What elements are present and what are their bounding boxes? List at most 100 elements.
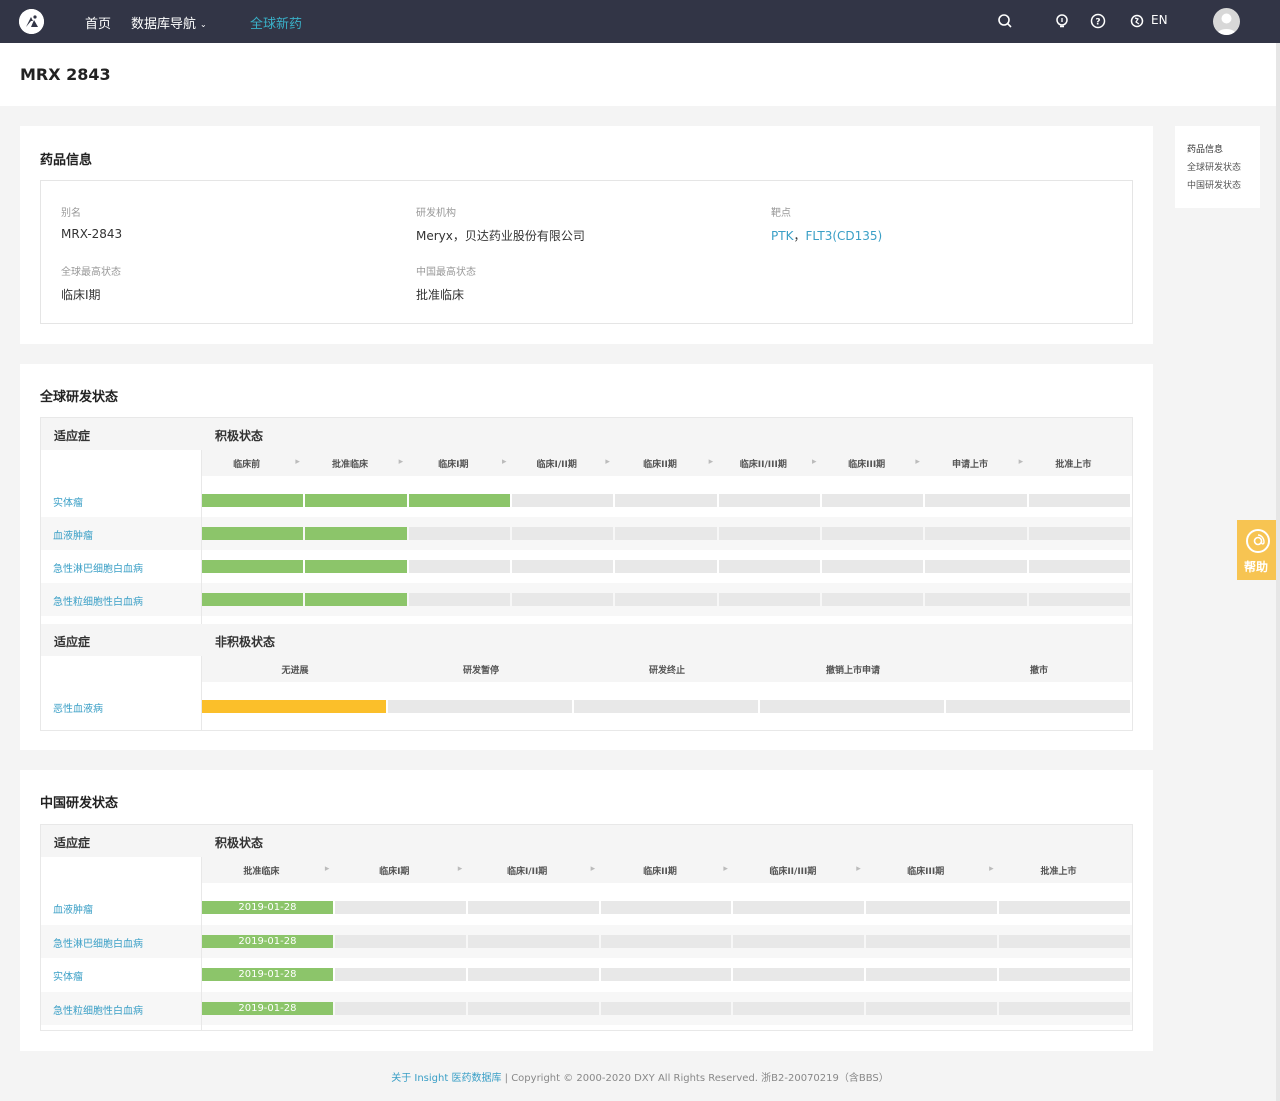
- active-status-header: 积极状态: [215, 429, 264, 443]
- target-link-flt3[interactable]: FLT3(CD135): [805, 229, 882, 243]
- phase-bar-completed: [202, 494, 304, 507]
- phase-bar-pending: [467, 968, 599, 981]
- phase-bar-completed: [305, 527, 407, 540]
- phase-bar-pending: [999, 1001, 1130, 1015]
- phase-label: 临床III期: [907, 867, 945, 877]
- search-icon[interactable]: [996, 12, 1014, 30]
- side-nav-china-status[interactable]: 中国研发状态: [1187, 178, 1241, 191]
- phase-bar-pending: [822, 593, 924, 606]
- indication-link[interactable]: 急性淋巴细胞白血病: [53, 935, 143, 950]
- lightbulb-icon[interactable]: [1053, 12, 1071, 30]
- phase-bar-pending: [600, 934, 732, 948]
- indication-link[interactable]: 血液肿瘤: [53, 901, 93, 916]
- phase-bar-pending: [334, 1001, 466, 1015]
- phase-bar-completed: [305, 593, 407, 606]
- china-active-header: 适应症 积极状态: [41, 825, 1132, 857]
- help-circle-icon[interactable]: ?: [1089, 12, 1107, 30]
- phase-bar-pending: [512, 560, 614, 573]
- phase-bar-pending: [512, 527, 614, 540]
- phase-bar-pending: [999, 968, 1130, 981]
- phase-bar-pending: [925, 494, 1027, 507]
- language-switch[interactable]: EN: [1151, 13, 1168, 27]
- indication-link[interactable]: 实体瘤: [53, 494, 83, 509]
- phase-bar-pending: [615, 527, 717, 540]
- indication-link[interactable]: 急性粒细胞性白血病: [53, 593, 143, 608]
- phase-label: 研发暂停: [462, 666, 499, 676]
- footer: 关于 Insight 医药数据库 | Copyright © 2000-2020…: [0, 1069, 1280, 1084]
- phase-label: 临床I期: [379, 867, 410, 877]
- phase-label: 批准上市: [1055, 460, 1092, 470]
- target-link-ptk[interactable]: PTK: [771, 229, 793, 243]
- phase-bar-completed: [408, 494, 510, 507]
- phase-date: 2019-01-28: [238, 902, 297, 913]
- china-status-table: 适应症 积极状态 批准临床 ▸ 临床I期 ▸ 临床I/II期 ▸ 临床II期 ▸ 临床II/II…: [40, 824, 1133, 1031]
- phase-label: 临床前: [233, 460, 261, 470]
- inactive-phase-header-row: 无进展 研发暂停 研发终止 撤销上市申请 撤市: [202, 656, 1132, 682]
- phase-bar-pending: [334, 968, 466, 981]
- phase-bar-pending: [925, 593, 1027, 606]
- phase-bar-pending: [1028, 494, 1130, 507]
- indication-link[interactable]: 急性粒细胞性白血病: [53, 1002, 143, 1017]
- footer-about-link[interactable]: 关于 Insight 医药数据库: [391, 1073, 501, 1084]
- side-nav-drug-info[interactable]: 药品信息: [1187, 142, 1223, 155]
- phase-bar-pending: [925, 560, 1027, 573]
- phase-bar-pending: [822, 527, 924, 540]
- phase-date: 2019-01-28: [238, 1002, 297, 1014]
- phase-bar-completed: [202, 527, 304, 540]
- page-scrollbar[interactable]: [1276, 43, 1280, 1101]
- phase-bar-pending: [512, 494, 614, 507]
- chevron-right-icon: ▸: [605, 457, 610, 467]
- phase-bar-pending: [467, 1001, 599, 1015]
- column-divider: [201, 857, 202, 1030]
- alias-value: MRX-2843: [61, 227, 123, 241]
- language-icon[interactable]: [1130, 12, 1146, 30]
- nav-home[interactable]: 首页: [85, 13, 111, 32]
- nav-global-drugs[interactable]: 全球新药: [250, 13, 302, 32]
- footer-separator: |: [501, 1073, 512, 1084]
- phase-bar-pending: [600, 1001, 732, 1015]
- indication-link[interactable]: 实体瘤: [53, 968, 83, 983]
- phase-bar-pending: [615, 593, 717, 606]
- chevron-down-icon: ⌄: [200, 20, 207, 29]
- phase-bar-pending: [866, 1001, 998, 1015]
- indication-header: 适应症: [54, 836, 91, 850]
- side-nav-global-status[interactable]: 全球研发状态: [1187, 160, 1241, 173]
- phase-date: 2019-01-28: [238, 935, 297, 947]
- phase-label: 临床I期: [438, 460, 469, 470]
- indication-link[interactable]: 血液肿瘤: [53, 527, 93, 542]
- chevron-right-icon: ▸: [989, 864, 994, 874]
- help-button[interactable]: 帮助: [1237, 520, 1280, 580]
- nav-database-dropdown[interactable]: 数据库导航 ⌄: [131, 13, 207, 32]
- phase-bar-completed: [305, 560, 407, 573]
- indication-link[interactable]: 急性淋巴细胞白血病: [53, 560, 143, 575]
- phase-bar-pending: [999, 901, 1130, 914]
- target-label: 靶点: [771, 208, 791, 219]
- dxy-logo-icon[interactable]: [19, 9, 44, 34]
- chevron-right-icon: ▸: [723, 864, 728, 874]
- title-bar: MRX 2843: [0, 43, 1280, 106]
- drug-info-box: 别名 MRX-2843 研发机构 Meryx，贝达药业股份有限公司 靶点 PTK…: [40, 180, 1133, 324]
- phase-bar-pending: [408, 593, 510, 606]
- china-phase-header-row: 批准临床 ▸ 临床I期 ▸ 临床I/II期 ▸ 临床II期 ▸ 临床II/III期 ▸ 临床III期…: [202, 857, 1132, 883]
- global-status-title: 全球研发状态: [40, 390, 119, 405]
- phase-bar-pending: [866, 901, 998, 914]
- phase-bar-inactive: [202, 700, 386, 713]
- indication-link[interactable]: 恶性血液病: [53, 700, 103, 715]
- phase-bar-pending: [718, 527, 820, 540]
- phase-bar-completed: [305, 494, 407, 507]
- phase-bar-pending: [388, 700, 572, 713]
- phase-bar-pending: [733, 934, 865, 948]
- phase-label: 申请上市: [951, 460, 988, 470]
- avatar[interactable]: [1213, 8, 1240, 35]
- phase-bar-pending: [718, 560, 820, 573]
- global-status-table: 适应症 积极状态 临床前 ▸ 批准临床 ▸ 临床I期 ▸ 临床I/II期 ▸ 临床II期 ▸ 临床I…: [40, 417, 1133, 731]
- phase-label: 撤销上市申请: [825, 666, 880, 676]
- phase-bar-pending: [1028, 527, 1130, 540]
- chevron-right-icon: ▸: [324, 864, 330, 874]
- phase-bar-pending: [866, 968, 998, 981]
- global-status-value: 临床I期: [61, 288, 101, 302]
- china-status-label: 中国最高状态: [416, 267, 476, 278]
- page-title: MRX 2843: [20, 65, 111, 84]
- phase-label: 临床I/II期: [536, 460, 577, 470]
- chevron-right-icon: ▸: [1018, 457, 1024, 467]
